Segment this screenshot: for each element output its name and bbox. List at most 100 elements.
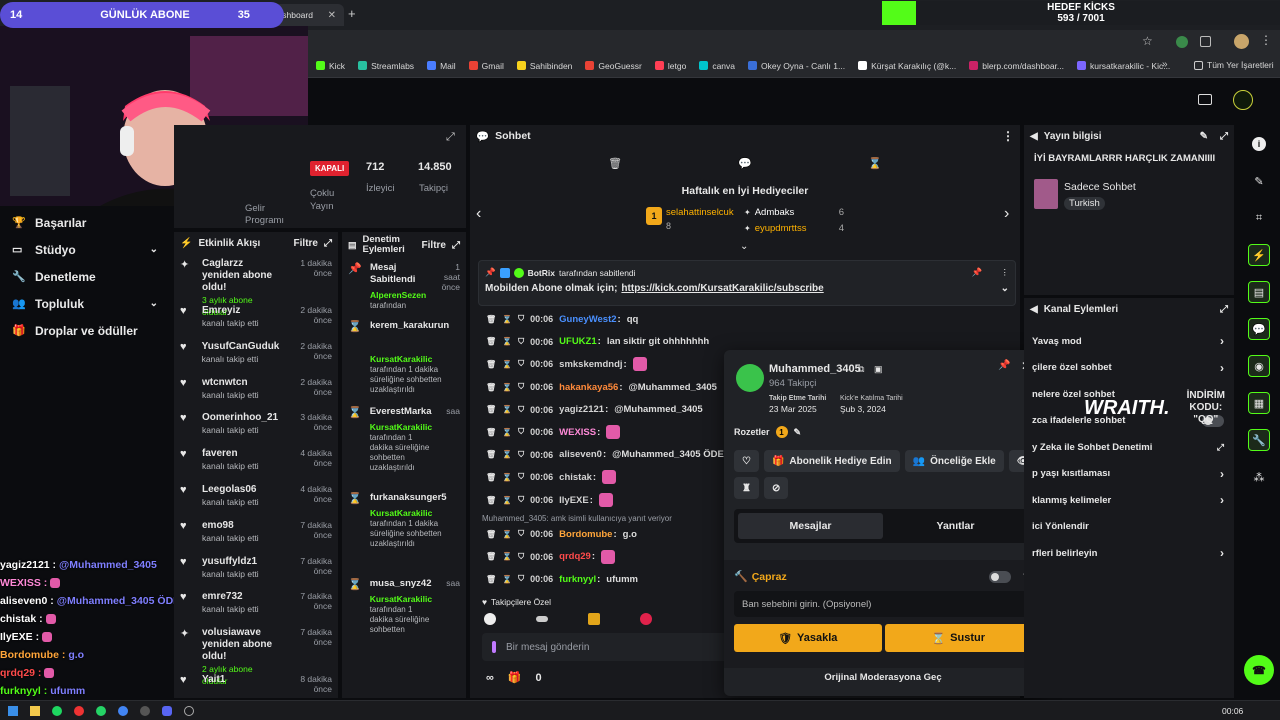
category-name[interactable]: Sadece Sohbet	[1064, 181, 1136, 193]
chevron-down-icon[interactable]: ⌄	[150, 298, 158, 309]
expand-icon[interactable]: ⤢	[446, 131, 455, 144]
message-user[interactable]: IlyEXE	[559, 495, 589, 506]
channel-action-item[interactable]: y Zeka ile Sohbet Denetimi ⤢	[1024, 434, 1234, 461]
delete-message-icon[interactable]: 🗑	[486, 552, 496, 561]
block-button[interactable]: ⊘	[763, 477, 789, 499]
help-chat-button[interactable]: ☎	[1244, 655, 1274, 685]
expand-icon[interactable]: ⤢	[324, 238, 332, 249]
sidebar-item-1[interactable]: ▭ Stüdyo ⌄	[0, 236, 172, 263]
shield-icon[interactable]: ⛉	[518, 450, 524, 460]
delete-message-icon[interactable]: 🗑	[486, 473, 496, 482]
pencil-icon[interactable]: ✎	[1248, 170, 1270, 192]
timeout-icon[interactable]: ⌛	[502, 315, 512, 324]
message-user[interactable]: yagiz2121	[559, 404, 604, 415]
expand-icon[interactable]: ⤢	[1220, 304, 1228, 315]
spotify-icon[interactable]	[52, 705, 62, 716]
chat-icon[interactable]: 💬	[1248, 318, 1270, 340]
cross-toggle[interactable]	[988, 570, 1011, 583]
sidebar-item-4[interactable]: 🎁 Droplar ve ödüller	[0, 317, 172, 344]
timeout-icon[interactable]: ⌛	[502, 428, 512, 437]
message-user[interactable]: UFUKZ1	[559, 336, 596, 347]
message-user[interactable]: smkskemdndj	[559, 359, 622, 370]
priority-add-button[interactable]: 👥 Önceliğe Ekle	[904, 450, 1004, 472]
activity-filter-button[interactable]: Filtre	[294, 238, 318, 249]
bookmark-item[interactable]: Sahibinden	[516, 61, 572, 71]
bookmark-item[interactable]: GeoGuessr	[585, 61, 642, 71]
channel-avatar[interactable]	[1233, 90, 1253, 110]
broadcast-icon[interactable]: ◉	[1248, 355, 1270, 377]
expand-icon[interactable]: ⤢	[452, 240, 460, 251]
extensions-puzzle-icon[interactable]	[1200, 36, 1211, 47]
edit-badge-icon[interactable]: ✎	[794, 427, 802, 438]
timeout-icon[interactable]: ⌛	[502, 473, 512, 482]
channel-action-item[interactable]: çilere özel sohbet ›	[1024, 355, 1234, 382]
sidebar-item-3[interactable]: 👥 Topluluk ⌄	[0, 290, 172, 317]
channel-action-item[interactable]: ici Yönlendir	[1024, 514, 1234, 541]
bookmark-item[interactable]: Kick	[316, 61, 345, 71]
hourglass-icon[interactable]: ⌛	[868, 157, 882, 170]
pin-menu-icon[interactable]: ⋮	[1001, 267, 1010, 278]
id-card-icon[interactable]: ▣	[874, 364, 883, 375]
original-mod-link[interactable]: Orijinal Moderasyona Geç	[724, 672, 1042, 683]
vip-button[interactable]: ♜	[734, 477, 759, 499]
chevron-right-icon[interactable]: ›	[1220, 493, 1224, 507]
shield-icon[interactable]: ⛉	[518, 495, 524, 505]
menu-dots-icon[interactable]: ⋮	[1260, 33, 1272, 47]
new-tab-icon[interactable]: +	[348, 6, 356, 21]
delete-message-icon[interactable]: 🗑	[486, 450, 496, 459]
chevron-right-icon[interactable]: ›	[1220, 361, 1224, 375]
chevron-right-icon[interactable]: ›	[1220, 546, 1224, 560]
chrome-icon[interactable]	[118, 705, 128, 716]
chat-menu-icon[interactable]: ⋮	[1002, 129, 1014, 143]
lightning-icon[interactable]: ⚡	[1248, 244, 1270, 266]
copy-icon[interactable]: ⧉	[858, 364, 864, 375]
bookmark-item[interactable]: letgo	[654, 61, 686, 71]
chevron-right-icon[interactable]: ›	[1220, 467, 1224, 481]
profile-avatar[interactable]	[1234, 34, 1249, 49]
close-tab-icon[interactable]: ✕	[328, 10, 336, 21]
delete-message-icon[interactable]: 🗑	[486, 575, 496, 584]
whatsapp-icon[interactable]	[96, 705, 106, 716]
shield-icon[interactable]: ⛉	[518, 427, 524, 437]
bookmark-item[interactable]: kursatkarakilic - Kic...	[1077, 61, 1170, 71]
channel-action-item[interactable]: rfleri belirleyin ›	[1024, 540, 1234, 567]
gifter-3[interactable]: ✦ eyupdmrttss 4	[744, 223, 844, 234]
ban-reason-input[interactable]: Ban sebebini girin. (Opsiyonel)	[734, 591, 1032, 617]
timeout-icon[interactable]: ⌛	[502, 575, 512, 584]
all-bookmarks-link[interactable]: Tüm Yer İşaretleri	[1194, 60, 1274, 70]
next-arrow-icon[interactable]: ›	[1004, 205, 1009, 223]
bookmark-item[interactable]: Gmail	[468, 61, 504, 71]
delete-message-icon[interactable]: 🗑	[486, 337, 496, 346]
expand-icon[interactable]: ⤢	[1220, 131, 1228, 142]
edit-icon[interactable]: ✎	[1200, 131, 1208, 142]
shield-icon[interactable]: ⛉	[518, 574, 524, 584]
wrench-icon[interactable]: 🔧	[1248, 429, 1270, 451]
channel-action-item[interactable]: Yavaş mod ›	[1024, 328, 1234, 355]
shield-icon[interactable]: ⛉	[518, 359, 524, 369]
bookmark-item[interactable]: Mail	[427, 61, 456, 71]
mic-icon[interactable]	[492, 641, 496, 653]
bookmark-item[interactable]: canva	[699, 61, 735, 71]
delete-message-icon[interactable]: 🗑	[486, 315, 496, 324]
delete-message-icon[interactable]: 🗑	[486, 360, 496, 369]
delete-message-icon[interactable]: 🗑	[486, 428, 496, 437]
timeout-button[interactable]: ⌛ Sustur	[884, 624, 1032, 652]
timeout-icon[interactable]: ⌛	[502, 530, 512, 539]
message-user[interactable]: chistak	[559, 472, 592, 483]
timeout-icon[interactable]: ⌛	[502, 405, 512, 414]
tab-replies[interactable]: Yanıtlar	[883, 513, 1028, 539]
delete-message-icon[interactable]: 🗑	[486, 496, 496, 505]
app-icon[interactable]	[74, 705, 84, 716]
message-user[interactable]: qrdq29	[559, 551, 591, 562]
collapse-icon[interactable]: ⌄	[740, 241, 748, 252]
mod-filter-button[interactable]: Filtre	[422, 240, 446, 251]
explorer-icon[interactable]	[30, 705, 40, 716]
shield-icon[interactable]: ⛉	[518, 405, 524, 415]
message-user[interactable]: Bordomube	[559, 529, 612, 540]
message-user[interactable]: WEXISS	[559, 427, 596, 438]
trash-icon[interactable]: 🗑	[608, 157, 622, 170]
extension-icon[interactable]	[1176, 36, 1188, 48]
delete-message-icon[interactable]: 🗑	[486, 383, 496, 392]
message-user[interactable]: GuneyWest2	[559, 314, 616, 325]
shield-icon[interactable]: ⛉	[518, 382, 524, 392]
